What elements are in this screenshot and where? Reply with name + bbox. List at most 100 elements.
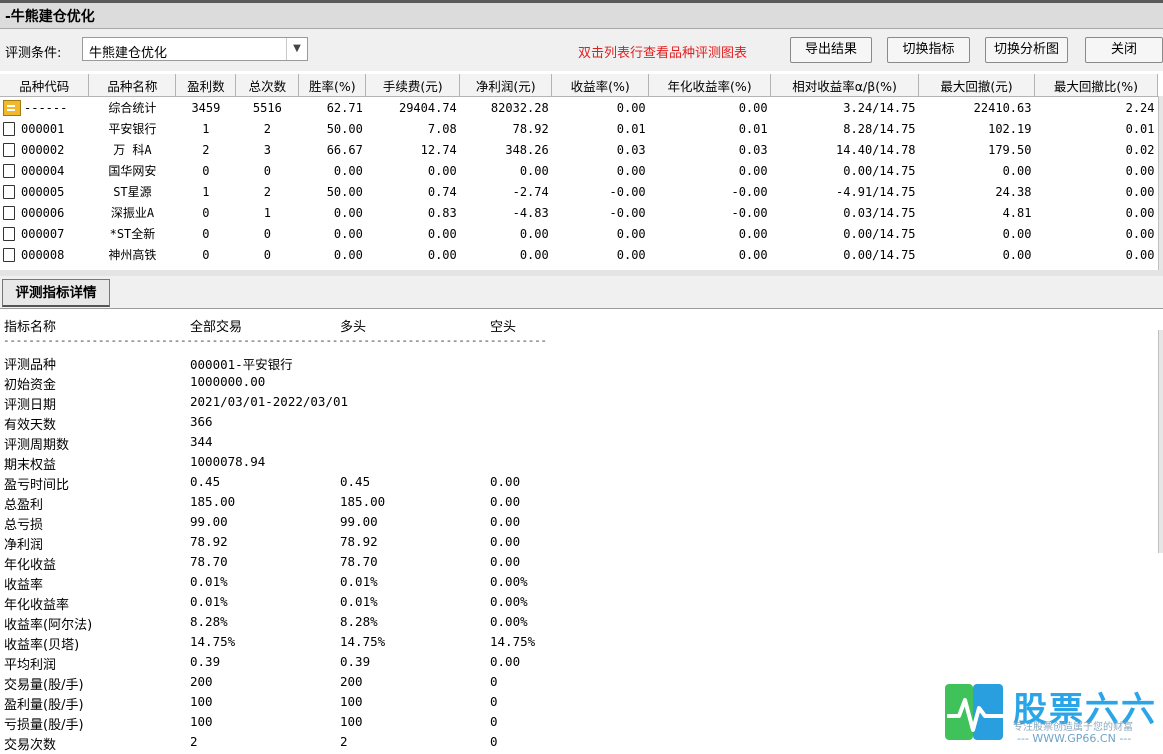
column-header[interactable]: 最大回撤比(%) [1034, 74, 1159, 97]
cell: 0.00 [616, 226, 646, 241]
detail-name: 总亏损 [4, 518, 44, 533]
cell: 22410.63 [973, 100, 1032, 115]
column-header[interactable]: 品种名称 [88, 74, 177, 97]
table-row[interactable]: ------ 综合统计 3459 5516 62.71 29404.74 82032.28 0… [0, 97, 1158, 119]
cell: 0.00 [427, 226, 457, 241]
detail-short: 0 [490, 694, 498, 709]
detail-header-name: 指标名称 [4, 320, 57, 335]
cell: 0.00 [427, 247, 457, 262]
cell: 0.00 [1002, 163, 1032, 178]
cell: 50.00 [326, 121, 363, 136]
detail-name: 总盈利 [4, 498, 44, 513]
detail-long: 0.45 [340, 474, 371, 489]
detail-all: 344 [190, 434, 213, 449]
column-header[interactable]: 相对收益率α/β(%) [770, 74, 920, 97]
results-table[interactable]: 品种代码 品种名称 盈利数 总次数 胜率(%) 手续费(元) 净利润(元) 收益率(%) 年化收… [0, 74, 1159, 265]
cell: -4.83 [512, 205, 549, 220]
detail-row: 净利润 78.92 78.92 0.00 [0, 534, 700, 554]
detail-all: 1000078.94 [190, 454, 266, 469]
export-button[interactable]: 导出结果 [790, 37, 872, 63]
cell: -0.00 [609, 205, 646, 220]
cell: 0.01 [1125, 121, 1155, 136]
cell: ST星源 [113, 185, 152, 199]
table-row[interactable]: 000008 神州高铁 0 0 0.00 0.00 0.00 0.00 0.00 0.00/14.… [0, 244, 1158, 265]
column-header[interactable]: 净利润(元) [459, 74, 553, 97]
table-row[interactable]: 000007 *ST全新 0 0 0.00 0.00 0.00 0.00 0.00 0.00/14… [0, 223, 1158, 244]
detail-long: 99.00 [340, 514, 378, 529]
watermark-logo: 股票六六 专注股票创造属于您的财富 --- WWW.GP66.CN --- [945, 682, 1159, 752]
detail-name: 平均利润 [4, 658, 57, 673]
table-row[interactable]: 000004 国华网安 0 0 0.00 0.00 0.00 0.00 0.00 0.00/14.… [0, 160, 1158, 181]
cell: 78.92 [512, 121, 549, 136]
chevron-down-icon[interactable]: ▼ [286, 38, 307, 60]
detail-short: 0 [490, 674, 498, 689]
brand-logo-icon [945, 684, 1003, 740]
detail-name: 交易次数 [4, 738, 57, 753]
column-header[interactable]: 品种代码 [0, 74, 90, 97]
detail-name: 评测日期 [4, 398, 57, 413]
column-header[interactable]: 手续费(元) [365, 74, 461, 97]
cell: 3 [263, 142, 271, 157]
detail-all: 78.92 [190, 534, 228, 549]
close-button[interactable]: 关闭 [1085, 37, 1163, 63]
condition-select[interactable]: 牛熊建仓优化 ▼ [82, 37, 308, 61]
switch-chart-button[interactable]: 切换分析图 [985, 37, 1068, 63]
detail-short: 0.00 [490, 554, 521, 569]
tab-indicator-detail[interactable]: 评测指标详情 [2, 279, 110, 307]
cell: 348.26 [505, 142, 549, 157]
detail-name: 期末权益 [4, 458, 57, 473]
cell: 0.00 [333, 247, 363, 262]
cell: 8.28/14.75 [843, 121, 916, 136]
cell: 2 [263, 184, 271, 199]
cell: 62.71 [326, 100, 363, 115]
column-header[interactable]: 最大回撤(元) [918, 74, 1035, 97]
detail-row: 初始资金 1000000.00 [0, 374, 700, 394]
column-header[interactable]: 盈利数 [175, 74, 237, 97]
column-header[interactable]: 年化收益率(%) [648, 74, 772, 97]
cell-code-text: 000004 [21, 163, 65, 178]
detail-row: 交易次数 2 2 0 [0, 734, 700, 754]
grid-scrollbar[interactable] [1158, 96, 1163, 270]
cell: -0.00 [731, 184, 768, 199]
column-header[interactable]: 总次数 [235, 74, 300, 97]
detail-row: 有效天数 366 [0, 414, 700, 434]
cell: 0.00 [1125, 247, 1155, 262]
results-grid[interactable]: 品种代码 品种名称 盈利数 总次数 胜率(%) 手续费(元) 净利润(元) 收益率(%) 年化收… [0, 74, 1159, 270]
detail-long: 200 [340, 674, 363, 689]
detail-name: 年化收益率 [4, 598, 70, 613]
cell: 0.00 [1125, 184, 1155, 199]
detail-row: 评测日期 2021/03/01-2022/03/01 [0, 394, 700, 414]
table-row[interactable]: 000006 深振业A 0 1 0.00 0.83 -4.83 -0.00 -0.00 0.03/… [0, 202, 1158, 223]
column-header[interactable]: 胜率(%) [298, 74, 367, 97]
detail-name: 亏损量(股/手) [4, 718, 84, 733]
detail-header-long: 多头 [340, 320, 367, 335]
column-header[interactable]: 收益率(%) [551, 74, 650, 97]
detail-name: 净利润 [4, 538, 44, 553]
condition-label: 评测条件: [5, 46, 62, 61]
table-row[interactable]: 000005 ST星源 1 2 50.00 0.74 -2.74 -0.00 -0.00 -4.9… [0, 181, 1158, 202]
cell: 0.00 [1125, 205, 1155, 220]
cell: 国华网安 [108, 164, 157, 178]
cell: -2.74 [512, 184, 549, 199]
detail-row: 期末权益 1000078.94 [0, 454, 700, 474]
title-top-strip [0, 0, 1163, 3]
detail-row: 盈利量(股/手) 100 100 0 [0, 694, 700, 714]
cell: 0.00 [738, 247, 768, 262]
detail-name: 初始资金 [4, 378, 57, 393]
cell: 1 [263, 205, 271, 220]
detail-row: 收益率(贝塔) 14.75% 14.75% 14.75% [0, 634, 700, 654]
detail-row: 平均利润 0.39 0.39 0.00 [0, 654, 700, 674]
cell: 3459 [191, 100, 221, 115]
detail-short: 0.00% [490, 594, 528, 609]
detail-all: 0.39 [190, 654, 221, 669]
table-row[interactable]: 000001 平安银行 1 2 50.00 7.08 78.92 0.01 0.01 8.28/1… [0, 118, 1158, 139]
switch-indicator-button[interactable]: 切换指标 [887, 37, 970, 63]
detail-all: 000001-平安银行 [190, 357, 293, 372]
cell: 0 [202, 205, 210, 220]
table-row[interactable]: 000002 万 科A 2 3 66.67 12.74 348.26 0.03 0.03 14.4… [0, 139, 1158, 160]
cell: 29404.74 [398, 100, 457, 115]
detail-short: 0.00% [490, 574, 528, 589]
cell: 0.00 [1125, 163, 1155, 178]
detail-scrollbar[interactable] [1158, 330, 1163, 553]
detail-all: 100 [190, 694, 213, 709]
